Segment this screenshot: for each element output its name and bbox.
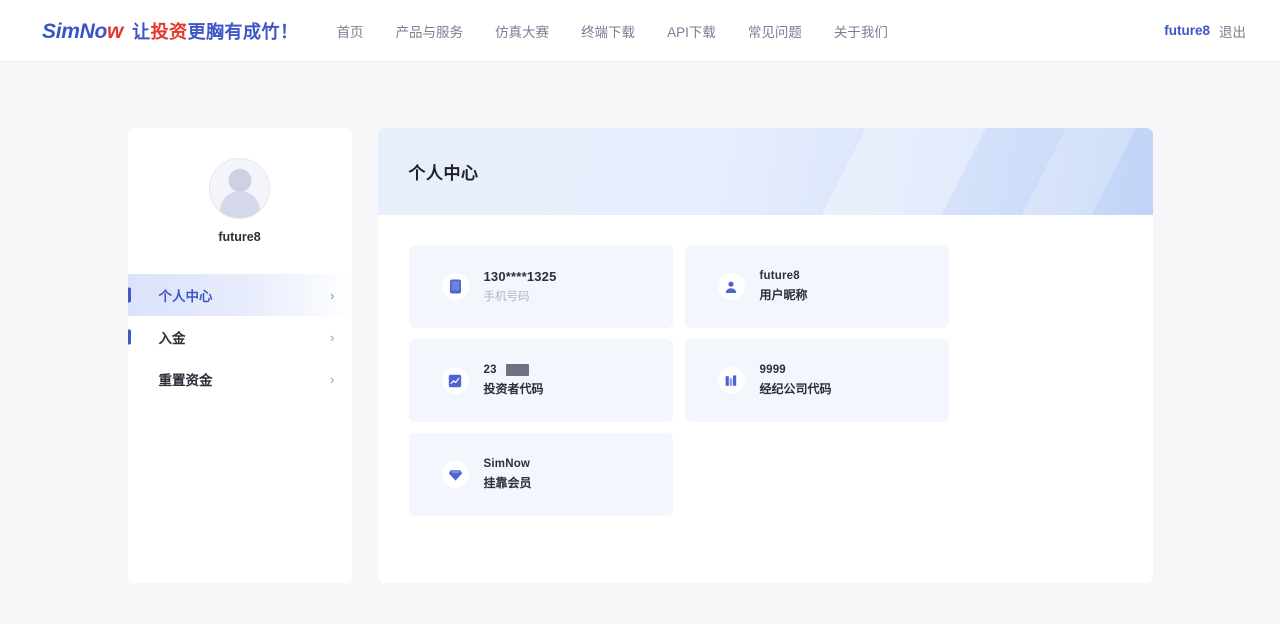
header-decoration-shape-2 [999,128,1153,215]
panel-header: 个人中心 [377,128,1153,215]
nav-products[interactable]: 产品与服务 [380,21,480,41]
slogan-part-3: 更胸有成竹！ [187,21,299,42]
main-panel: 个人中心 130****1325 手机号码 future8 用户昵称 23 投资… [377,128,1153,583]
sidebar-item-label: 重置资金 [158,373,213,388]
sidebar-item-personal-center[interactable]: 个人中心 › [127,274,352,316]
sidebar-item-label: 个人中心 [158,289,213,304]
info-card-label: 挂靠会员 [483,476,532,490]
nav-api-download[interactable]: API下载 [651,21,732,41]
info-card-nickname: future8 用户昵称 [684,245,949,328]
redaction-block [505,364,529,376]
phone-icon [441,273,469,300]
chevron-right-icon: › [330,287,335,303]
nav-faq[interactable]: 常见问题 [732,21,818,41]
chevron-right-icon: › [330,371,335,387]
nav-home[interactable]: 首页 [321,21,380,41]
slogan-part-1: 让 [132,21,151,42]
sidebar-menu: 个人中心 › 入金 › 重置资金 › [127,274,352,400]
logo-text-sim: SimNo [42,19,108,43]
sidebar-profile: future8 [128,158,352,244]
active-indicator-bar [127,329,131,345]
logout-link[interactable]: 退出 [1219,21,1246,41]
site-slogan: 让投资更胸有成竹！ [132,18,299,44]
active-indicator-bar [127,287,131,303]
info-card-investor-code: 23 投资者代码 [408,339,673,422]
chevron-right-icon: › [330,329,335,345]
info-card-value: SimNow [483,458,531,470]
info-card-label: 手机号码 [483,291,530,303]
current-user-link[interactable]: future8 [1164,23,1210,38]
sidebar-item-label: 入金 [158,331,186,346]
sidebar-item-deposit[interactable]: 入金 › [127,316,352,358]
sidebar-panel: future8 个人中心 › 入金 › 重置资金 › [127,128,352,583]
building-icon [717,367,745,394]
page-title: 个人中心 [408,164,479,183]
page-body: future8 个人中心 › 入金 › 重置资金 › 个人中心 130****1… [0,62,1280,583]
info-card-label: 经纪公司代码 [759,382,832,396]
header-decoration-shape-1 [799,128,1006,215]
user-avatar-icon [209,158,270,219]
info-card-text: 23 投资者代码 [484,364,544,397]
user-icon [717,273,745,300]
info-card-membership: SimNow 挂靠会员 [408,433,673,516]
site-logo[interactable]: SimNo w 让投资更胸有成竹！ [42,18,299,44]
info-card-text: 9999 经纪公司代码 [760,364,832,397]
slogan-part-2: 投资 [150,21,188,42]
nav-about[interactable]: 关于我们 [818,21,904,41]
info-card-phone: 130****1325 手机号码 [408,245,673,328]
info-card-value: 23 [483,364,497,376]
info-card-value: 130****1325 [483,269,557,284]
main-nav: 首页 产品与服务 仿真大赛 终端下载 API下载 常见问题 关于我们 [321,21,904,41]
info-card-text: SimNow 挂靠会员 [484,458,532,491]
avatar-body-shape [219,191,260,218]
chart-icon [441,367,469,394]
avatar-head-shape [228,169,251,192]
nav-terminal-download[interactable]: 终端下载 [565,21,651,41]
info-card-value-group: 23 [484,364,544,376]
info-card-label: 用户昵称 [759,288,808,302]
info-card-label: 投资者代码 [483,382,544,396]
nav-contest[interactable]: 仿真大赛 [479,21,565,41]
info-card-value: 9999 [759,364,786,376]
info-card-text: future8 用户昵称 [760,270,808,303]
info-card-grid: 130****1325 手机号码 future8 用户昵称 23 投资者代码 9… [378,215,1153,516]
info-card-value: future8 [759,270,800,282]
logo-text-w: w [107,19,124,43]
diamond-icon [441,461,469,488]
top-navigation-bar: SimNo w 让投资更胸有成竹！ 首页 产品与服务 仿真大赛 终端下载 API下… [0,0,1280,62]
info-card-broker-code: 9999 经纪公司代码 [684,339,949,422]
sidebar-item-reset-funds[interactable]: 重置资金 › [128,358,352,400]
topbar-user-area: future8 退出 [1164,0,1246,61]
info-card-text: 130****1325 手机号码 [484,269,557,304]
sidebar-username: future8 [218,230,261,244]
